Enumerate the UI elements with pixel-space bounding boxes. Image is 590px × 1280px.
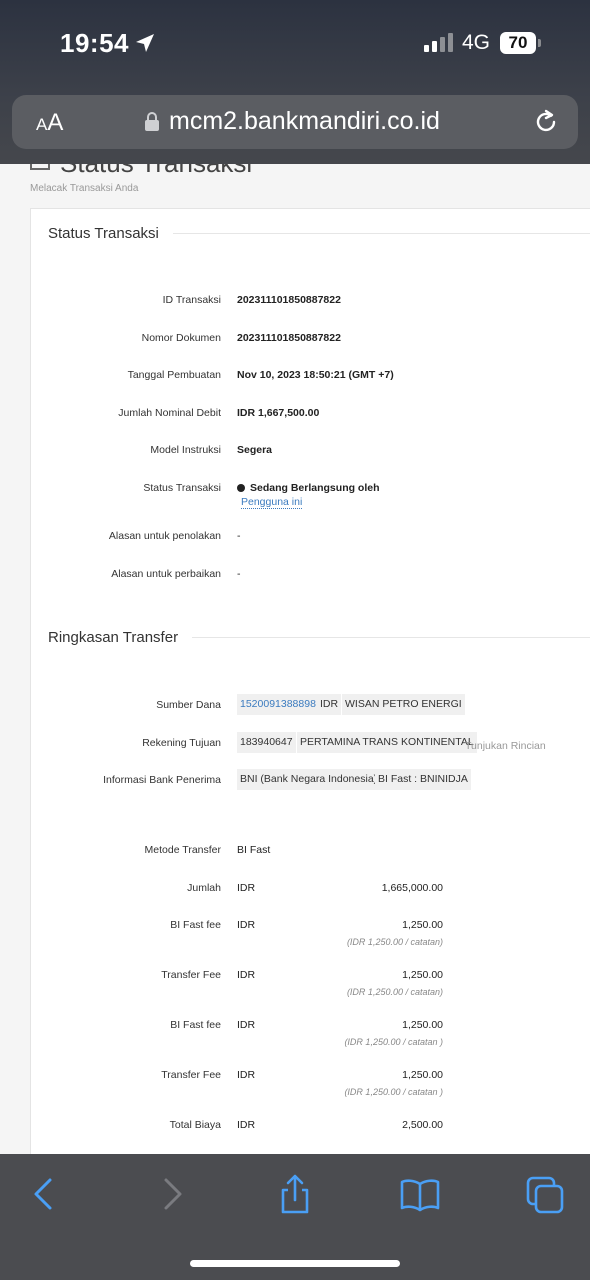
label-bi-fast-fee: BI Fast fee	[170, 1019, 221, 1031]
battery-cap	[538, 39, 541, 47]
label-debit-amount: Jumlah Nominal Debit	[118, 407, 221, 419]
status-dot-icon	[237, 484, 245, 493]
source-account-name: WISAN PETRO ENERGI	[342, 694, 465, 715]
total-fee-currency: IDR	[237, 1119, 256, 1131]
label-created-date: Tanggal Pembuatan	[127, 369, 221, 381]
status-user-link[interactable]: Pengguna ini	[241, 496, 303, 509]
section-title-status: Status Transaksi	[48, 225, 173, 242]
browser-top-chrome: 19:54 4G 70 AA mcm2.bankmandiri.co.id	[0, 0, 590, 164]
url-text[interactable]: mcm2.bankmandiri.co.id	[169, 107, 440, 136]
bi-fast-fee-value: 1,250.00	[402, 919, 443, 931]
label-beneficiary-bank: Informasi Bank Penerima	[103, 774, 221, 786]
battery-level: 70	[500, 32, 536, 54]
bookmarks-icon[interactable]	[400, 1174, 440, 1214]
label-document-number: Nomor Dokumen	[141, 332, 221, 344]
bi-fast-fee-currency: IDR	[237, 919, 256, 931]
section-divider	[171, 233, 590, 234]
bi-fast-fee-currency: IDR	[237, 1019, 256, 1031]
transfer-fee-value: 1,250.00	[402, 1069, 443, 1081]
share-icon[interactable]	[275, 1174, 315, 1214]
label-transfer-method: Metode Transfer	[144, 844, 221, 856]
beneficiary-bank-code: BI Fast : BNINIDJA	[375, 769, 471, 790]
text-size-button[interactable]: AA	[36, 109, 63, 137]
bi-fast-fee-note: (IDR 1,250.00 / catatan )	[344, 1037, 443, 1047]
status-user-link-wrap: Pengguna ini	[241, 496, 303, 509]
label-transaction-id: ID Transaksi	[162, 294, 221, 306]
transfer-fee-note: (IDR 1,250.00 / catatan)	[346, 987, 443, 997]
document-icon	[30, 164, 50, 170]
source-currency: IDR	[317, 694, 342, 715]
page-header: Status Transaksi	[30, 164, 430, 178]
amount-value: 1,665,000.00	[381, 882, 443, 894]
label-instruction-model: Model Instruksi	[150, 444, 221, 456]
page-content: Status Transaksi Melacak Transaksi Anda …	[0, 164, 590, 1154]
source-account-link[interactable]: 1520091388898	[237, 694, 319, 715]
tabs-icon[interactable]	[525, 1174, 565, 1214]
label-transaction-status: Status Transaksi	[143, 482, 221, 494]
battery-icon: 70	[500, 32, 542, 54]
transfer-fee-currency: IDR	[237, 1069, 256, 1081]
section-divider	[191, 637, 590, 638]
label-amount: Jumlah	[187, 882, 221, 894]
label-transfer-fee: Transfer Fee	[161, 1069, 221, 1081]
transfer-fee-note: (IDR 1,250.00 / catatan )	[344, 1087, 443, 1097]
destination-account-name: PERTAMINA TRANS KONTINENTAL	[297, 732, 477, 753]
beneficiary-bank-name: BNI (Bank Negara Indonesia)	[237, 769, 381, 790]
bi-fast-fee-note: (IDR 1,250.00 / catatan)	[346, 937, 443, 947]
value-transaction-status: Sedang Berlangsung oleh	[237, 482, 380, 494]
browser-bottom-toolbar	[0, 1154, 590, 1280]
page-title: Status Transaksi	[60, 164, 252, 178]
lock-icon	[145, 112, 159, 131]
transaction-card: Status Transaksi ID Transaksi 2023111018…	[30, 208, 590, 1154]
label-bi-fast-fee: BI Fast fee	[170, 919, 221, 931]
label-destination-account: Rekening Tujuan	[142, 737, 221, 749]
destination-account-number: 183940647	[237, 732, 296, 753]
transfer-fee-value: 1,250.00	[402, 969, 443, 981]
value-rejection-reason: -	[237, 530, 241, 542]
bi-fast-fee-value: 1,250.00	[402, 1019, 443, 1031]
value-instruction-model: Segera	[237, 444, 273, 456]
label-transfer-fee: Transfer Fee	[161, 969, 221, 981]
status-bar: 19:54 4G 70	[0, 0, 590, 90]
forward-icon[interactable]	[152, 1174, 192, 1214]
value-transaction-id: 202311101850887822	[237, 294, 341, 306]
back-icon[interactable]	[24, 1174, 64, 1214]
label-source-of-funds: Sumber Dana	[156, 699, 221, 711]
total-fee-value: 2,500.00	[402, 1119, 443, 1131]
home-indicator[interactable]	[190, 1260, 400, 1267]
value-debit-amount: IDR 1,667,500.00	[237, 407, 320, 419]
value-repair-reason: -	[237, 568, 241, 580]
address-bar[interactable]: AA mcm2.bankmandiri.co.id	[12, 95, 578, 149]
label-rejection-reason: Alasan untuk penolakan	[108, 530, 221, 542]
page-subtitle: Melacak Transaksi Anda	[30, 183, 139, 194]
signal-icon	[424, 33, 453, 52]
section-title-transfer: Ringkasan Transfer	[48, 629, 193, 646]
value-created-date: Nov 10, 2023 18:50:21 (GMT +7)	[237, 369, 394, 381]
clock: 19:54	[60, 28, 129, 58]
show-details-link[interactable]: Tunjukan Rincian	[465, 740, 546, 752]
value-transfer-method: BI Fast	[237, 844, 271, 856]
label-repair-reason: Alasan untuk perbaikan	[111, 568, 221, 580]
label-total-fee: Total Biaya	[169, 1119, 221, 1131]
location-arrow-icon	[136, 34, 154, 52]
transfer-fee-currency: IDR	[237, 969, 256, 981]
reload-icon[interactable]	[532, 108, 560, 136]
value-document-number: 202311101850887822	[237, 332, 341, 344]
network-type: 4G	[462, 31, 491, 54]
amount-currency: IDR	[237, 882, 256, 894]
